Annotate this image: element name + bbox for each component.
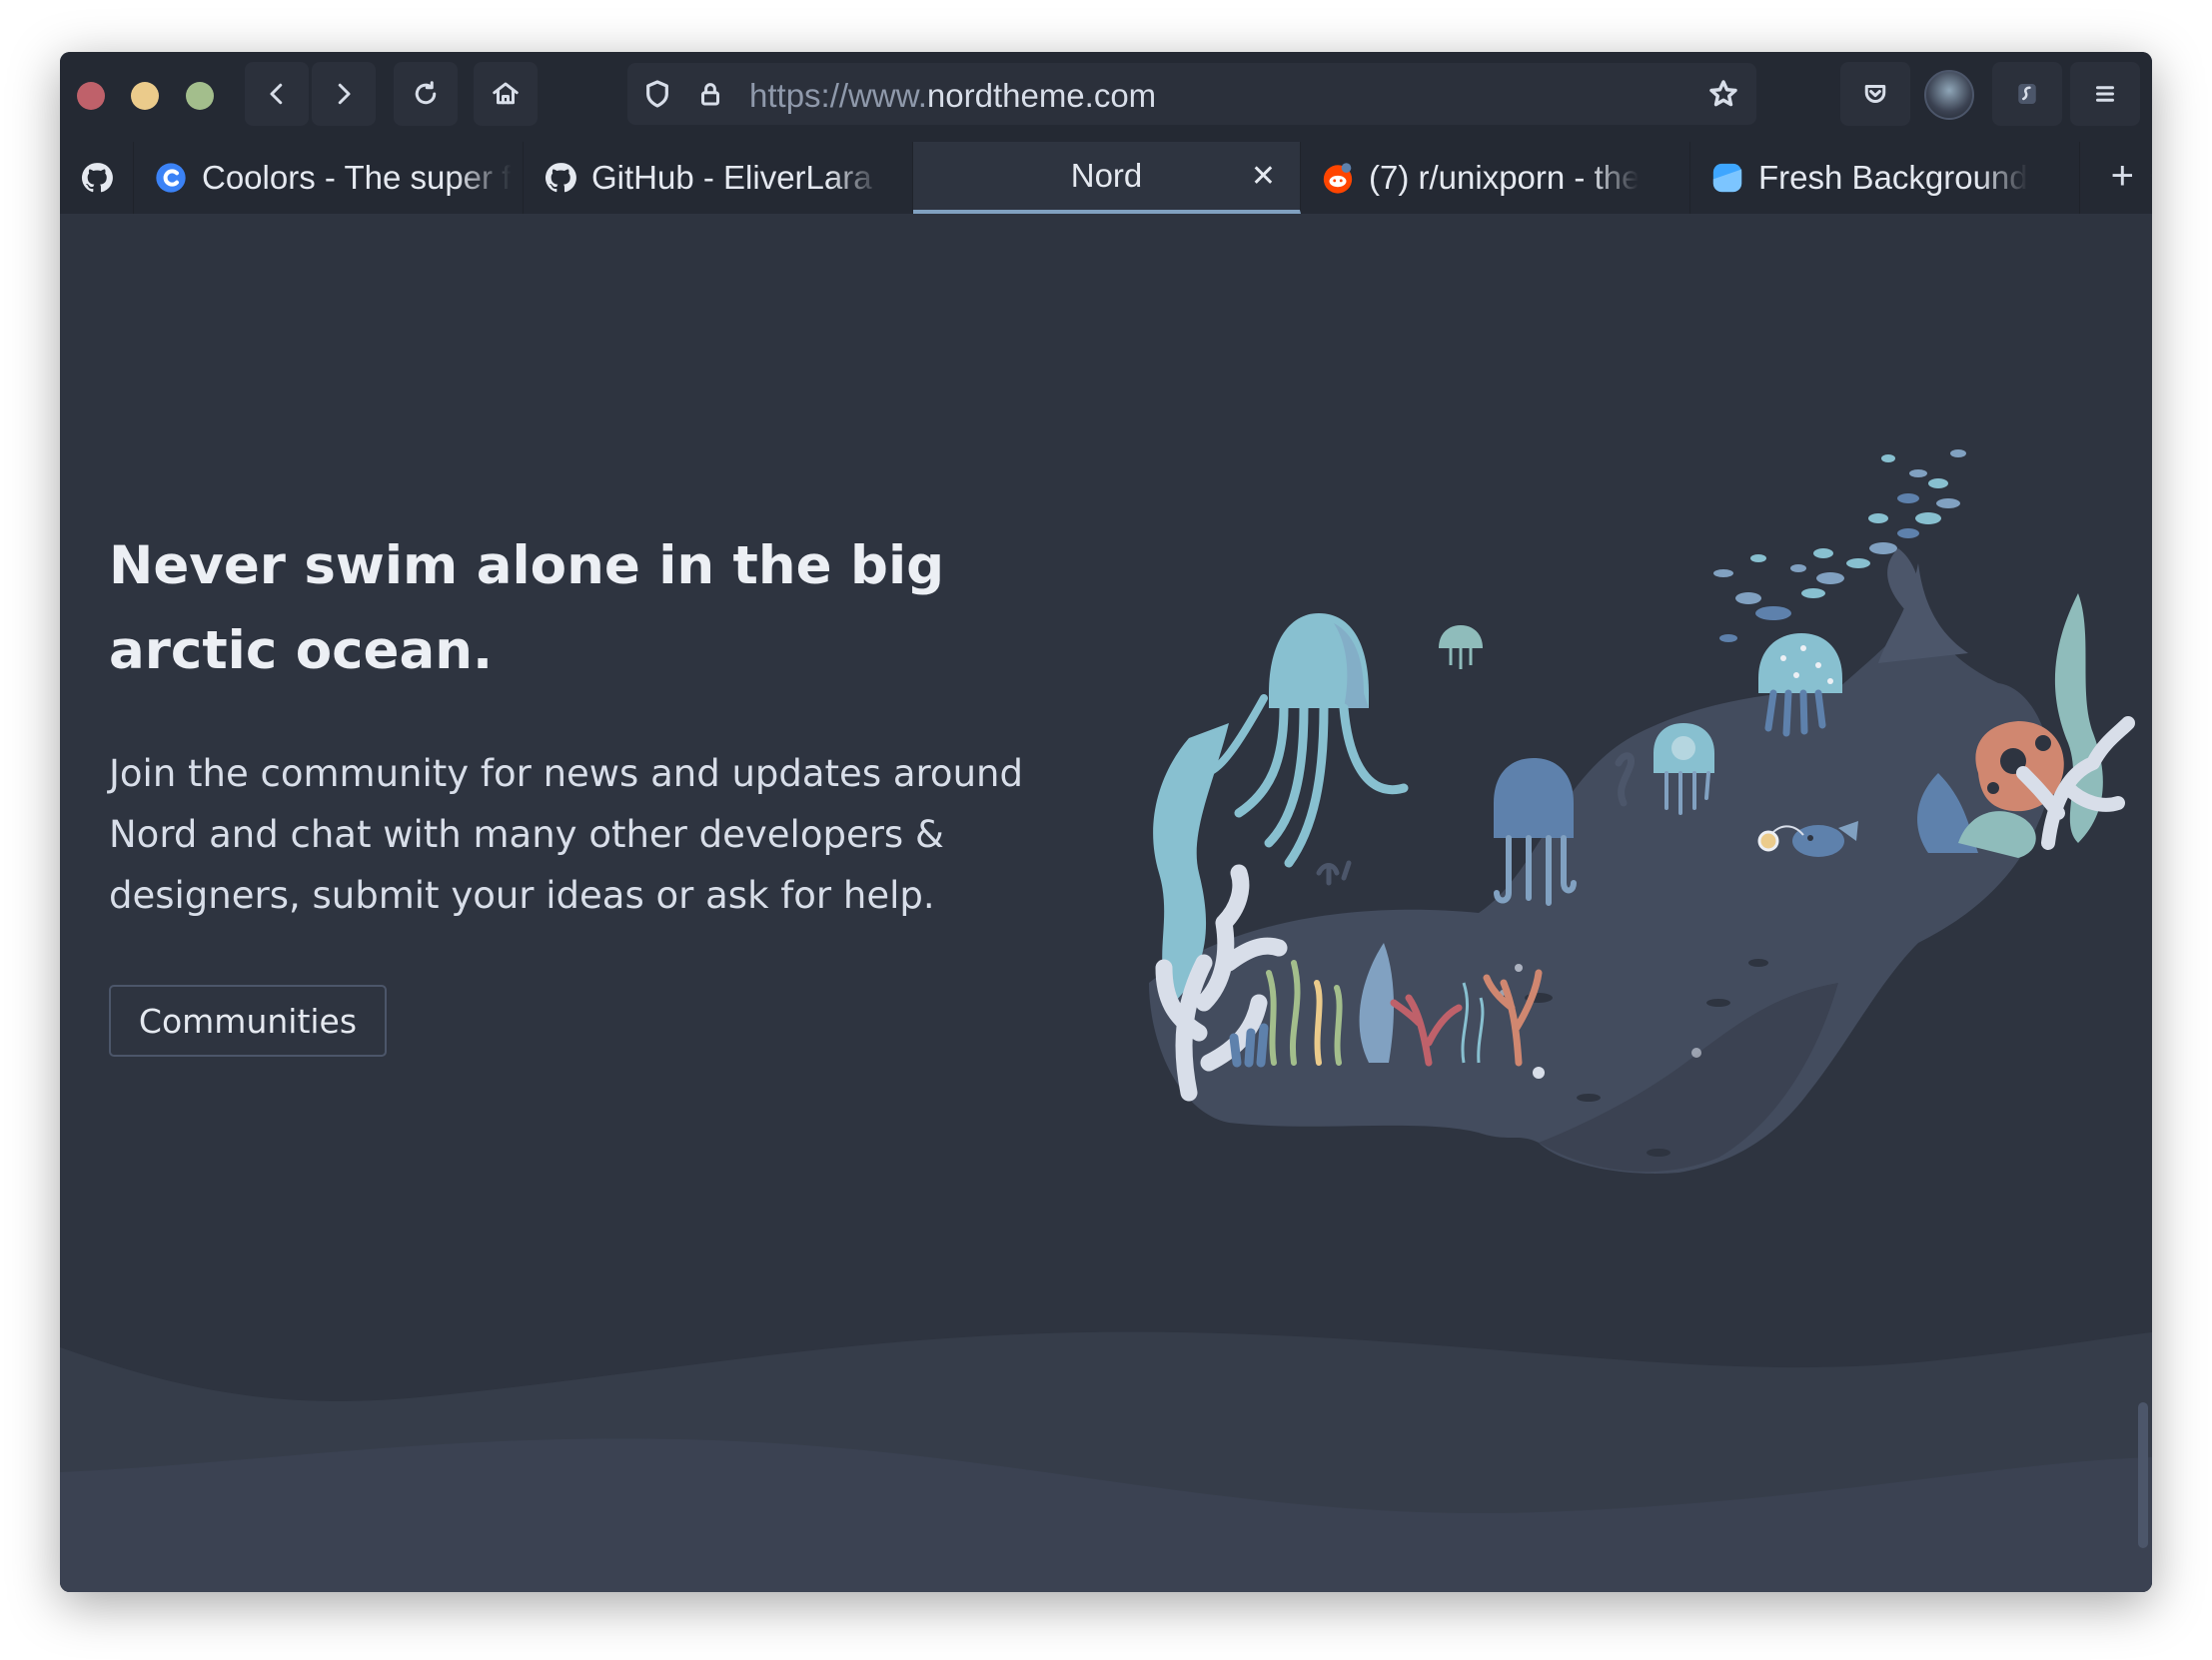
github-icon [544, 161, 577, 195]
tab-label: (7) r/unixporn - the home for *NIX custo… [1369, 159, 1639, 196]
large-jellyfish [1200, 613, 1409, 868]
back-button[interactable] [245, 62, 309, 126]
forward-button[interactable] [312, 62, 376, 126]
reload-button[interactable] [394, 62, 458, 126]
pocket-button[interactable] [1840, 62, 1910, 126]
extension-button[interactable] [1992, 62, 2062, 126]
tab-label: Nord [1070, 157, 1143, 194]
browser-toolbar: https://www.nordtheme.com [60, 52, 2152, 142]
page-content: Never swim alone in the big arctic ocean… [60, 214, 2152, 1592]
tab-coolors[interactable]: Coolors - The super fast color palettes … [134, 142, 524, 214]
scrollbar-thumb[interactable] [2138, 1402, 2148, 1548]
hero-title: Never swim alone in the big arctic ocean… [109, 535, 945, 681]
menu-button[interactable] [2070, 62, 2140, 126]
tab-github[interactable]: GitHub - EliverLara [524, 142, 913, 214]
zoom-window-button[interactable] [186, 82, 214, 110]
shield-icon[interactable] [641, 78, 673, 110]
hero-description: Join the community for news and updates … [109, 752, 1023, 917]
reddit-icon [1321, 161, 1355, 195]
chevron-left-icon [270, 83, 283, 105]
communities-button[interactable]: Communities [109, 985, 387, 1057]
tab-label: Coolors - The super fast color palettes … [202, 159, 512, 196]
home-icon [493, 82, 519, 105]
home-button[interactable] [474, 62, 538, 126]
new-tab-button[interactable]: + [2111, 156, 2134, 196]
cube-icon [1710, 161, 1744, 195]
account-avatar[interactable] [1924, 70, 1974, 120]
url-text[interactable]: https://www.nordtheme.com [749, 77, 1156, 115]
coolors-icon [154, 161, 188, 195]
url-bar[interactable]: https://www.nordtheme.com [627, 63, 1756, 125]
ocean-illustration [1149, 449, 2135, 1174]
tab-nord[interactable]: Nord ✕ [913, 142, 1301, 214]
reload-icon [415, 81, 437, 105]
tab-fresh-backgrounds[interactable]: Fresh Backgrounds [1690, 142, 2080, 214]
bookmark-star-icon[interactable] [1706, 77, 1740, 111]
whale-tail [1887, 548, 1920, 613]
tab-reddit[interactable]: (7) r/unixporn - the home for *NIX custo… [1301, 142, 1690, 214]
small-jellyfish [1439, 625, 1483, 669]
lock-icon[interactable] [695, 78, 725, 110]
tab-bar: Coolors - The super fast color palettes … [60, 142, 2152, 214]
minimize-window-button[interactable] [131, 82, 159, 110]
tab-label: Fresh Backgrounds [1758, 159, 2028, 196]
extension-icon [2018, 84, 2036, 104]
close-tab-button[interactable]: ✕ [1251, 162, 1276, 192]
github-icon [80, 161, 114, 195]
dark-coral [1316, 860, 1352, 886]
chevron-right-icon [338, 83, 351, 105]
close-window-button[interactable] [77, 82, 105, 110]
tab-label: GitHub - EliverLara [591, 159, 872, 196]
pocket-icon [1864, 85, 1886, 103]
browser-window: https://www.nordtheme.com Coolors - The … [60, 52, 2152, 1592]
hamburger-menu-icon [2096, 86, 2114, 102]
pinned-tab[interactable] [60, 142, 134, 214]
